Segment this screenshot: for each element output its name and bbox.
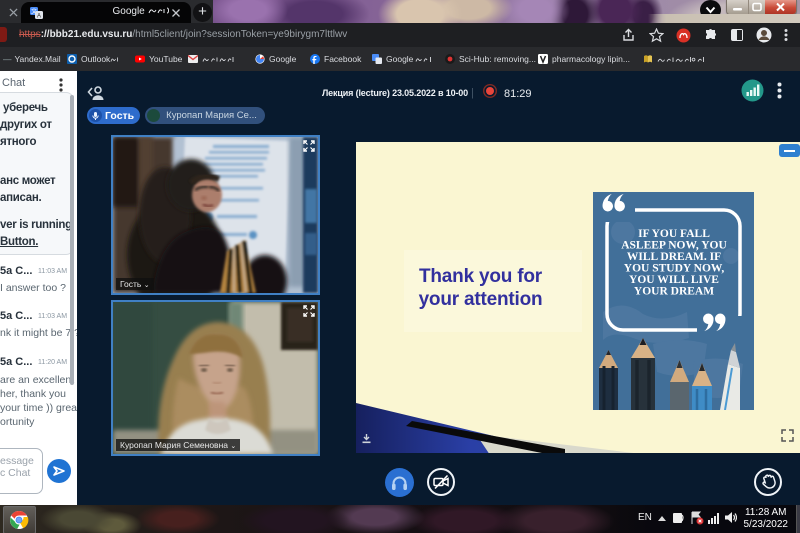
- svg-text:YOUR DREAM: YOUR DREAM: [634, 286, 714, 298]
- svg-text:ASLEEP NOW, YOU: ASLEEP NOW, YOU: [621, 240, 727, 252]
- svg-text:YOU WILL LIVE: YOU WILL LIVE: [629, 274, 719, 286]
- svg-text:YOU STUDY NOW,: YOU STUDY NOW,: [624, 263, 725, 275]
- svg-text:WILL DREAM. IF: WILL DREAM. IF: [627, 251, 721, 263]
- svg-text:A: A: [37, 14, 41, 19]
- svg-text:IF YOU FALL: IF YOU FALL: [638, 228, 710, 240]
